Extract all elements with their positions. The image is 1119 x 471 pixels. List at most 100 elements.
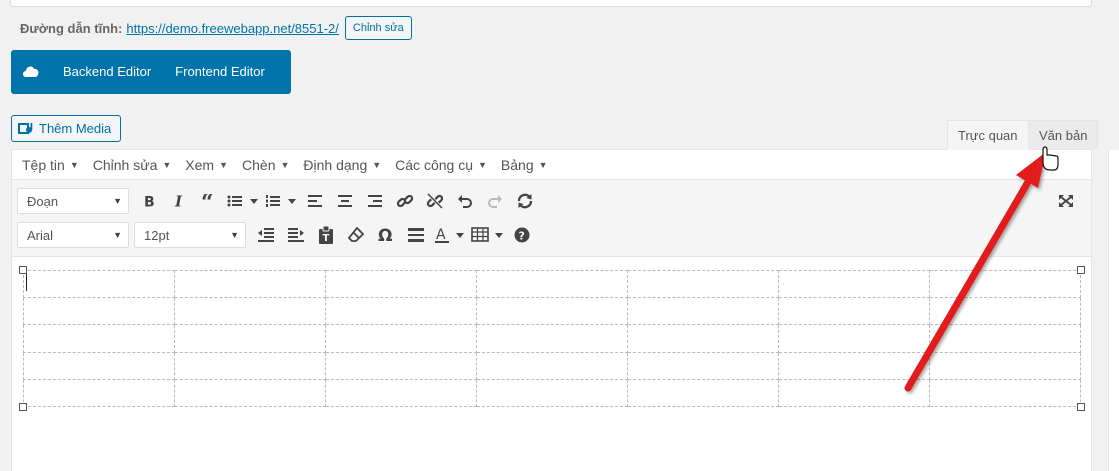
link-icon[interactable]: [390, 186, 420, 216]
table-cell[interactable]: [174, 297, 326, 326]
menu-item[interactable]: Chỉnh sửa ▼: [86, 157, 179, 173]
table-cell[interactable]: [627, 297, 779, 326]
menu-item[interactable]: Bảng ▼: [494, 157, 555, 173]
align-left-icon[interactable]: [300, 186, 330, 216]
table-cell[interactable]: [476, 351, 628, 380]
tab-text[interactable]: Văn bản: [1028, 120, 1099, 149]
add-media-button[interactable]: Thêm Media: [11, 115, 122, 142]
svg-text:I: I: [174, 194, 183, 208]
editor-area: Tệp tin ▼ Chỉnh sửa ▼ Xem ▼ Chèn ▼ Định dạng ▼ Các…: [11, 149, 1092, 471]
font-size-value: 12pt: [144, 227, 170, 243]
table-cell[interactable]: [476, 324, 628, 353]
table-cell[interactable]: [778, 324, 930, 353]
table-cell[interactable]: [23, 297, 175, 326]
table-cell[interactable]: [23, 269, 175, 299]
menu-item[interactable]: Chèn ▼: [235, 157, 296, 173]
table-cell[interactable]: [929, 378, 1081, 408]
editor-toolbar: Đoạn ▼ B I “ Arial ▼ 12pt ▼ T Ω A ?: [12, 180, 1091, 257]
table-cell[interactable]: [929, 324, 1081, 353]
backend-editor-button[interactable]: Backend Editor: [51, 50, 163, 94]
menu-item[interactable]: Các công cụ ▼: [388, 157, 494, 173]
font-family-select[interactable]: Arial ▼: [17, 222, 129, 248]
table-cell[interactable]: [476, 269, 628, 299]
table-cell[interactable]: [325, 378, 477, 408]
text-cursor: [26, 274, 27, 291]
table-cell[interactable]: [627, 351, 779, 380]
italic-icon[interactable]: I: [164, 186, 194, 216]
outdent-icon[interactable]: [251, 220, 281, 250]
align-right-icon[interactable]: [360, 186, 390, 216]
post-title-input[interactable]: [10, 0, 1092, 7]
paste-text-icon[interactable]: T: [311, 220, 341, 250]
table-cell[interactable]: [778, 269, 930, 299]
bold-icon[interactable]: B: [134, 186, 164, 216]
table-cell[interactable]: [778, 378, 930, 408]
table-cell[interactable]: [325, 269, 477, 299]
refresh-icon[interactable]: [510, 186, 540, 216]
align-center-icon[interactable]: [330, 186, 360, 216]
table-cell[interactable]: [627, 324, 779, 353]
table-cell[interactable]: [174, 324, 326, 353]
menu-item[interactable]: Tệp tin ▼: [15, 157, 86, 173]
table-cell[interactable]: [627, 378, 779, 408]
bullet-list-icon[interactable]: [224, 186, 262, 216]
special-character-icon[interactable]: Ω: [371, 220, 401, 250]
caret-down-icon: ▼: [162, 159, 172, 170]
svg-text:?: ?: [519, 230, 525, 243]
help-icon[interactable]: ?: [507, 220, 537, 250]
builder-logo-icon: [11, 50, 51, 94]
table-icon[interactable]: [469, 220, 507, 250]
caret-down-icon: ▼: [69, 159, 79, 170]
permalink-label: Đường dẫn tĩnh:: [20, 20, 123, 36]
redo-icon[interactable]: [480, 186, 510, 216]
page-builder-bar: Backend Editor Frontend Editor: [11, 50, 291, 94]
table-cell[interactable]: [929, 269, 1081, 299]
unlink-icon[interactable]: [420, 186, 450, 216]
undo-icon[interactable]: [450, 186, 480, 216]
table-cell[interactable]: [325, 324, 477, 353]
table-cell[interactable]: [23, 351, 175, 380]
permalink-row: Đường dẫn tĩnh: https://demo.freewebapp.…: [20, 16, 412, 40]
table-cell[interactable]: [778, 297, 930, 326]
table-cell[interactable]: [476, 378, 628, 408]
permalink-edit-button[interactable]: Chỉnh sửa: [344, 16, 412, 40]
resize-handle[interactable]: [19, 403, 27, 411]
permalink-link[interactable]: https://demo.freewebapp.net/8551-2/: [126, 21, 338, 36]
table-cell[interactable]: [174, 351, 326, 380]
table-cell[interactable]: [476, 297, 628, 326]
font-size-select[interactable]: 12pt ▼: [134, 222, 246, 248]
tab-visual[interactable]: Trực quan: [947, 120, 1029, 150]
content-table[interactable]: [23, 269, 1081, 408]
blockquote-icon[interactable]: “: [194, 186, 224, 216]
frontend-editor-button[interactable]: Frontend Editor: [163, 50, 277, 94]
svg-text:“: “: [201, 194, 214, 208]
editor-content[interactable]: [12, 257, 1091, 467]
chevron-down-icon: ▼: [230, 230, 239, 240]
numbered-list-icon[interactable]: [262, 186, 300, 216]
menu-item-label: Các công cụ: [395, 156, 473, 173]
table-row: [23, 297, 1081, 326]
menu-item[interactable]: Xem ▼: [178, 157, 235, 173]
table-cell[interactable]: [778, 351, 930, 380]
clear-formatting-icon[interactable]: [341, 220, 371, 250]
table-cell[interactable]: [929, 297, 1081, 326]
table-cell[interactable]: [174, 269, 326, 299]
table-cell[interactable]: [23, 378, 175, 408]
indent-icon[interactable]: [281, 220, 311, 250]
text-color-icon[interactable]: A: [431, 220, 469, 250]
format-select[interactable]: Đoạn ▼: [17, 188, 129, 214]
horizontal-line-icon[interactable]: [401, 220, 431, 250]
resize-handle[interactable]: [1077, 266, 1085, 274]
menu-item[interactable]: Định dạng ▼: [296, 157, 388, 173]
resize-handle[interactable]: [1077, 403, 1085, 411]
table-cell[interactable]: [325, 297, 477, 326]
caret-down-icon: ▼: [477, 159, 487, 170]
fullscreen-icon[interactable]: [1051, 186, 1081, 216]
table-cell[interactable]: [627, 269, 779, 299]
table-cell[interactable]: [929, 351, 1081, 380]
table-cell[interactable]: [23, 324, 175, 353]
table-cell[interactable]: [174, 378, 326, 408]
table-cell[interactable]: [325, 351, 477, 380]
resize-handle[interactable]: [19, 266, 27, 274]
chevron-down-icon: ▼: [113, 196, 122, 206]
